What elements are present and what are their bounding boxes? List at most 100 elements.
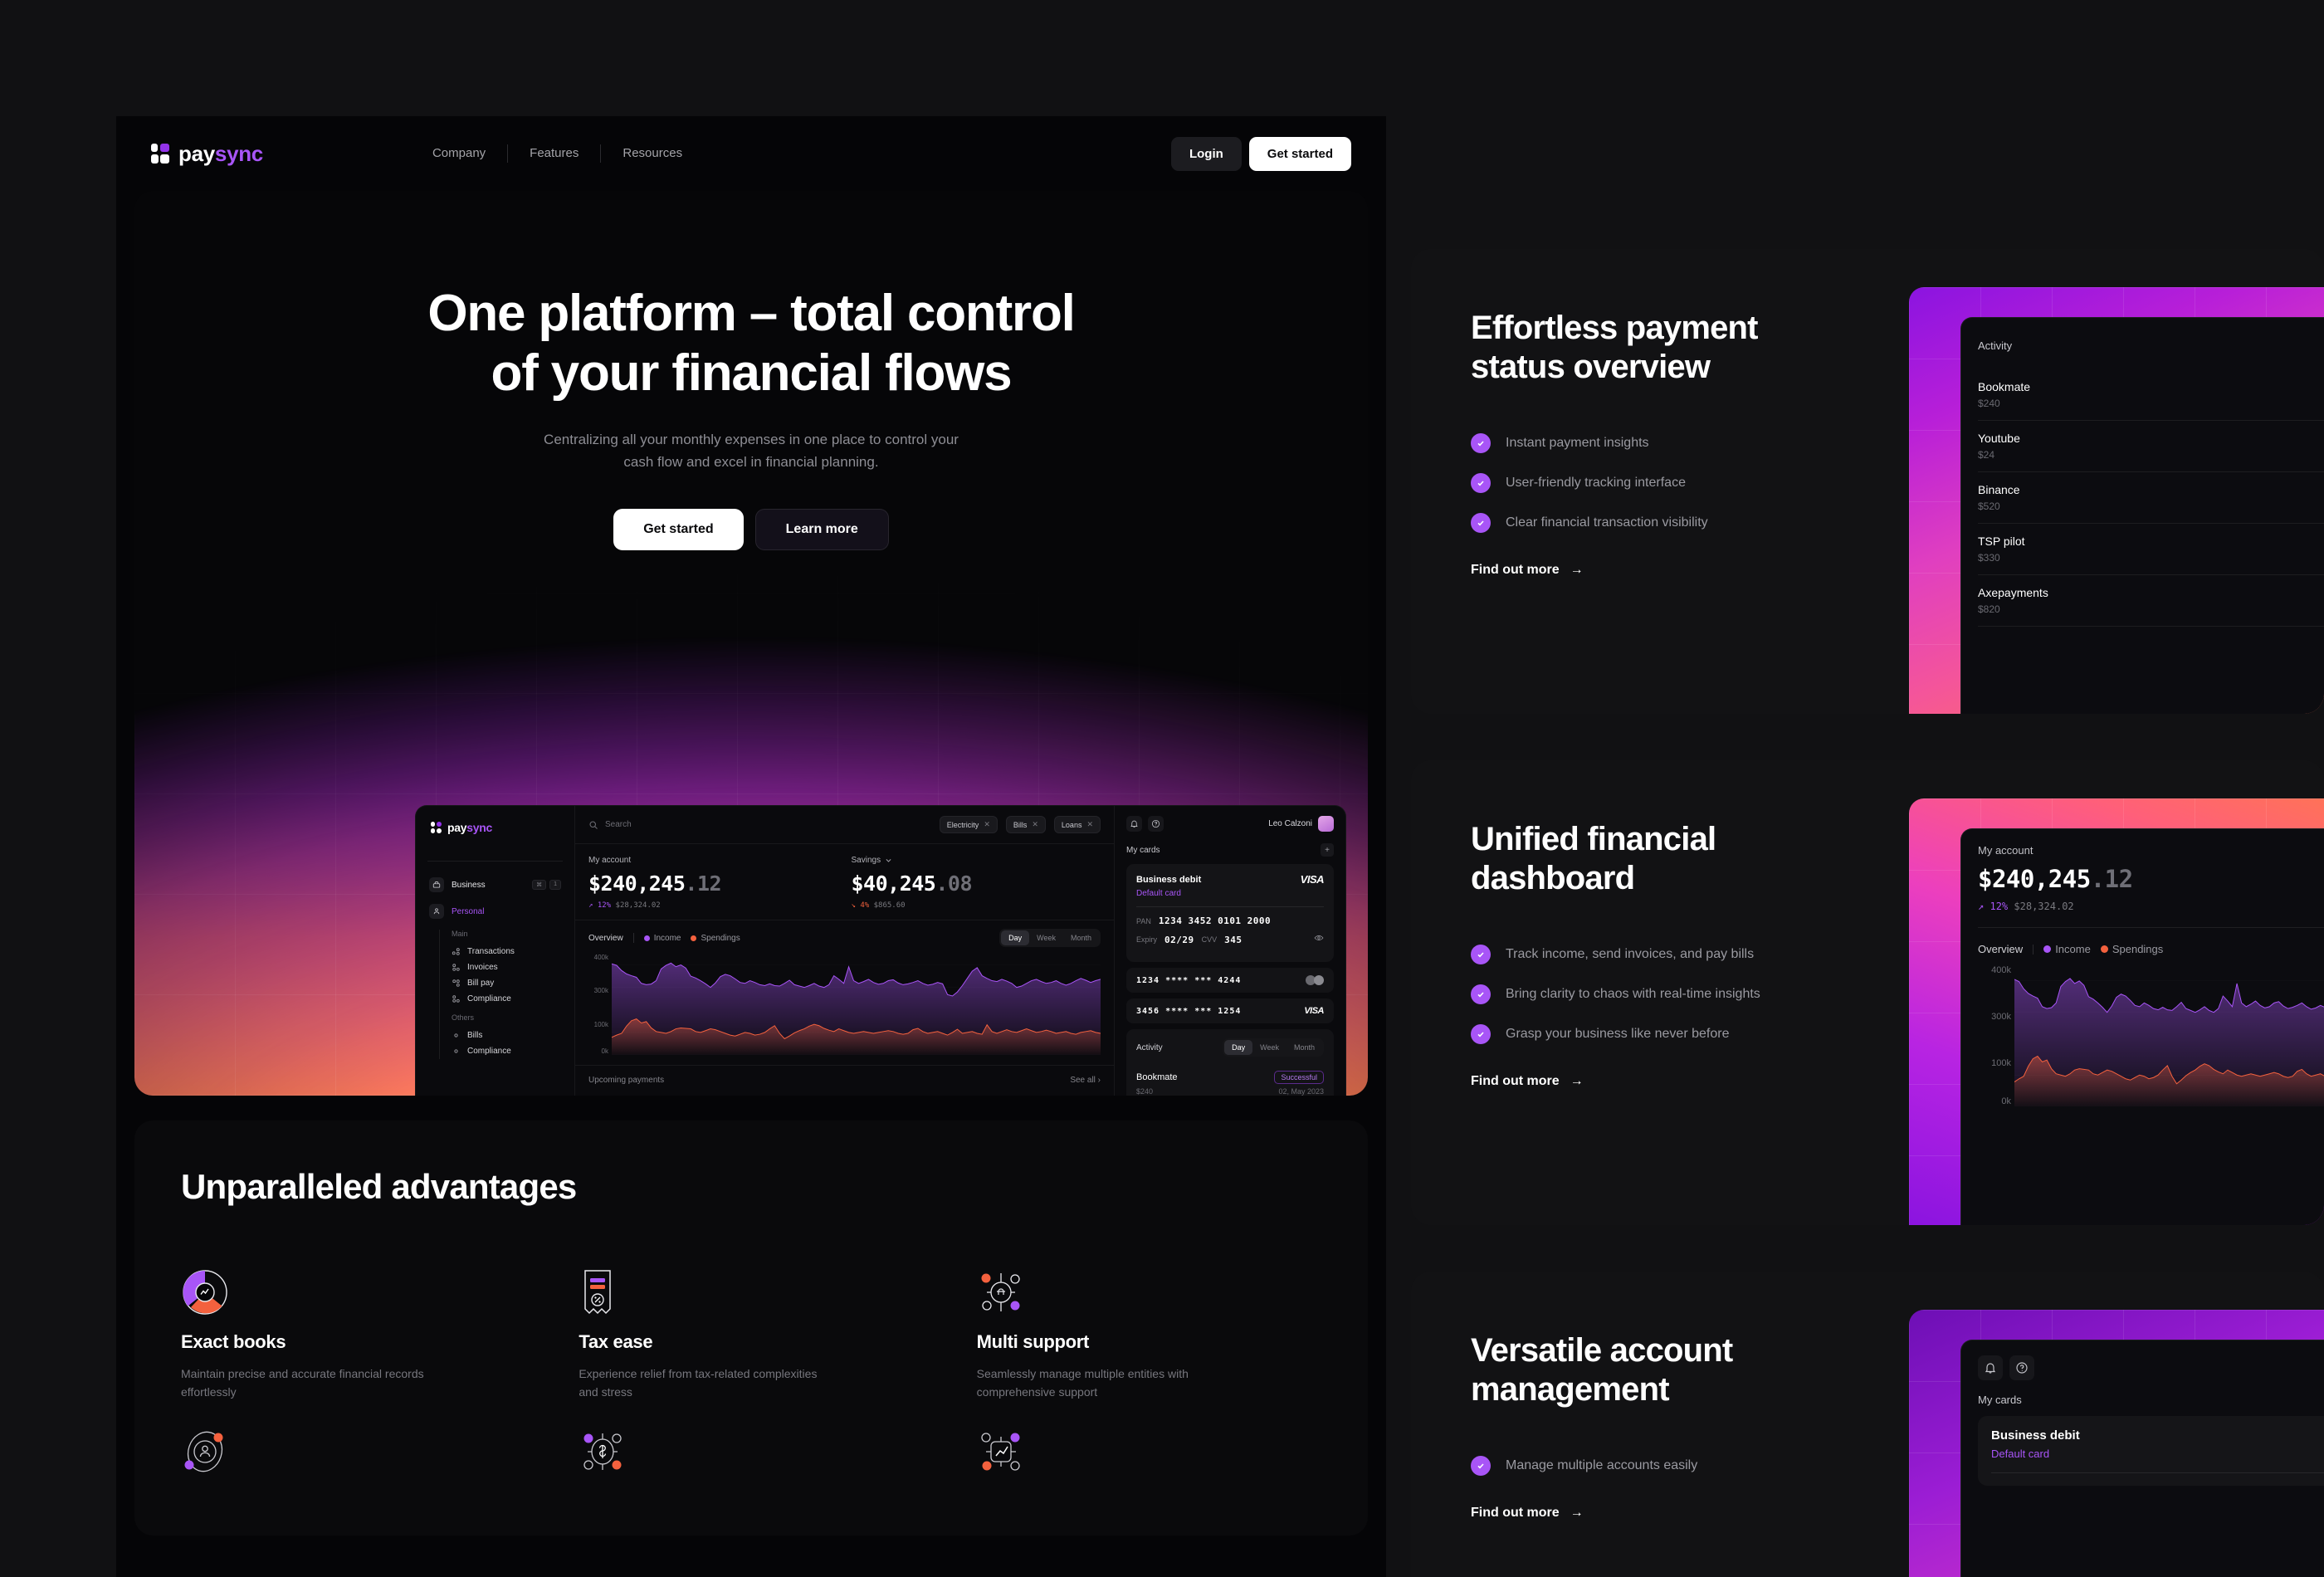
notifications-bell-icon[interactable] <box>1126 816 1142 832</box>
nav-item-resources[interactable]: Resources <box>601 144 704 163</box>
widget-balance-delta: ↗ 12% $28,324.02 <box>1978 901 2324 912</box>
sidebar-item-invoices[interactable]: Invoices <box>452 959 563 975</box>
sidebar-item-transactions[interactable]: Transactions <box>452 944 563 959</box>
feature-title: Unified financial dashboard <box>1471 820 1909 898</box>
widget-row[interactable]: Bookmate $240 <box>1978 369 2324 421</box>
card-mini-mastercard[interactable]: 1234 **** *** 4244 <box>1126 968 1334 993</box>
activity-row-top: Bookmate Successful <box>1136 1071 1324 1084</box>
legend-label-spendings: Spendings <box>701 933 740 943</box>
balance-main: $240,245 <box>588 872 686 896</box>
multi-node-support-icon <box>977 1268 1321 1320</box>
chip-close-icon[interactable]: ✕ <box>1032 820 1038 829</box>
sidebar-item-bill-pay[interactable]: Bill pay <box>452 975 563 991</box>
filter-chip-electricity[interactable]: Electricity ✕ <box>939 816 998 833</box>
feature-title-line1: Versatile account <box>1471 1332 1733 1369</box>
widget-row[interactable]: Axepayments $820 <box>1978 575 2324 627</box>
feature-title: Effortless payment status overview <box>1471 309 1909 387</box>
activity-row[interactable]: Bookmate Successful $240 02, May 2023 <box>1136 1065 1324 1096</box>
upcoming-list: Youtube 4 days left Bookmate <box>588 1095 1101 1096</box>
activity-tab-day[interactable]: Day <box>1224 1040 1253 1055</box>
widget-row[interactable]: TSP pilot $330 <box>1978 524 2324 575</box>
activity-tab-week[interactable]: Week <box>1252 1040 1286 1055</box>
bullet-text: Bring clarity to chaos with real-time in… <box>1506 987 1760 1002</box>
chip-label: Electricity <box>946 820 979 829</box>
add-card-button[interactable]: + <box>1321 843 1334 857</box>
feature-cards-column: Effortless payment status overview Insta… <box>1411 249 2324 1577</box>
hero-get-started-button[interactable]: Get started <box>613 508 744 550</box>
card-mini-visa[interactable]: 3456 **** *** 1254 VISA <box>1126 998 1334 1023</box>
check-icon <box>1471 945 1491 965</box>
find-out-more-link[interactable]: Find out more → <box>1471 563 1909 578</box>
delta-amount: $28,324.02 <box>2014 901 2074 912</box>
card-business-debit[interactable]: Business debit VISA Default card PAN 123… <box>1126 864 1334 962</box>
login-button[interactable]: Login <box>1170 136 1242 171</box>
filter-chip-loans[interactable]: Loans ✕ <box>1053 816 1101 833</box>
filter-chip-bills[interactable]: Bills ✕ <box>1005 816 1046 833</box>
find-out-more-link[interactable]: Find out more → <box>1471 1074 1909 1089</box>
legend-spendings: Spendings <box>2100 943 2163 955</box>
range-tab-month[interactable]: Month <box>1063 930 1099 945</box>
sidebar-label-bill-pay: Bill pay <box>467 979 495 988</box>
range-tab-week[interactable]: Week <box>1029 930 1063 945</box>
dashboard-logo: paysync <box>427 821 563 834</box>
row-name: Youtube <box>1978 432 2020 445</box>
hero-title-line2: of your financial flows <box>491 344 1013 402</box>
balance-delta-savings: ↘ 4% $865.60 <box>852 901 1101 910</box>
see-all-label: See all <box>1070 1076 1096 1085</box>
feature-bullet: Clear financial transaction visibility <box>1471 513 1909 534</box>
cvv-value: 345 <box>1224 934 1243 945</box>
hero-subtitle: Centralizing all your monthly expenses i… <box>134 428 1368 474</box>
delta-amount: $865.60 <box>873 901 906 910</box>
widget-row[interactable]: Binance $520 <box>1978 472 2324 524</box>
widget-header: Activity Day Week Month <box>1978 333 2324 358</box>
link-label: Find out more <box>1471 1074 1560 1089</box>
feature-card-effortless-payment: Effortless payment status overview Insta… <box>1411 249 2324 714</box>
card-name: Business debit <box>1136 874 1202 885</box>
row-amount: $330 <box>1978 552 2000 564</box>
chart-y-axis: 400k 300k 100k 0k <box>588 954 612 1055</box>
sidebar-item-bills[interactable]: Bills <box>452 1028 563 1043</box>
nav-item-features[interactable]: Features <box>508 144 600 163</box>
chevron-down-icon[interactable] <box>885 857 892 864</box>
card-business-debit[interactable]: Business debit Default card <box>1978 1416 2324 1486</box>
notifications-bell-icon[interactable] <box>1978 1355 2003 1380</box>
chart-divider <box>2033 944 2034 954</box>
brand-logo[interactable]: paysync <box>151 141 263 167</box>
sidebar-item-compliance-other[interactable]: Compliance <box>452 1043 563 1059</box>
chart-range-tabs: Day Week Month <box>999 929 1101 947</box>
upcoming-item-youtube[interactable]: Youtube 4 days left <box>588 1095 837 1096</box>
card-expiry-row: Expiry 02/29 CVV 345 <box>1136 932 1324 947</box>
help-icon[interactable] <box>1148 816 1164 832</box>
sidebar-item-business[interactable]: Business ⌘ 1 <box>427 873 563 896</box>
sidebar-item-compliance[interactable]: Compliance <box>452 991 563 1007</box>
search-input[interactable]: Search <box>588 820 931 830</box>
widget-balance: My account $240,245.12 ↗ 12% $28,324.02 <box>1978 844 2324 912</box>
help-icon[interactable] <box>2009 1355 2034 1380</box>
balance-cents: .08 <box>935 872 973 896</box>
upcoming-item-bookmate[interactable]: Bookmate 17 days left <box>852 1095 1101 1096</box>
feature-card-versatile-account: Versatile account management Manage mult… <box>1411 1272 2324 1577</box>
hero-learn-more-button[interactable]: Learn more <box>754 508 889 550</box>
range-tab-day[interactable]: Day <box>1001 930 1030 945</box>
get-started-button[interactable]: Get started <box>1248 136 1351 171</box>
widget-row[interactable]: Youtube $24 <box>1978 421 2324 472</box>
sidebar-item-personal[interactable]: Personal <box>427 900 563 923</box>
feature-title-line2: status overview <box>1471 349 1711 386</box>
nav-item-company[interactable]: Company <box>411 144 507 163</box>
card-default-label: Default card <box>1991 1448 2050 1460</box>
eye-icon[interactable] <box>1314 932 1324 947</box>
user-chip[interactable]: Leo Calzoni <box>1268 816 1334 832</box>
check-icon <box>1471 433 1491 454</box>
activity-range-tabs: Day Week Month <box>1223 1038 1324 1057</box>
ytick-400k: 400k <box>593 954 608 961</box>
advantage-desc: Maintain precise and accurate financial … <box>181 1367 424 1399</box>
check-icon <box>1471 1024 1491 1045</box>
chip-close-icon[interactable]: ✕ <box>1086 820 1093 829</box>
activity-tab-month[interactable]: Month <box>1286 1040 1322 1055</box>
find-out-more-link[interactable]: Find out more → <box>1471 1506 1909 1521</box>
chip-close-icon[interactable]: ✕ <box>984 820 990 829</box>
feature-title-line2: management <box>1471 1371 1670 1409</box>
see-all-link[interactable]: See all › <box>1070 1076 1101 1085</box>
mini-card-number: 1234 **** *** 4244 <box>1136 975 1242 985</box>
header-actions: Login Get started <box>1170 136 1351 171</box>
